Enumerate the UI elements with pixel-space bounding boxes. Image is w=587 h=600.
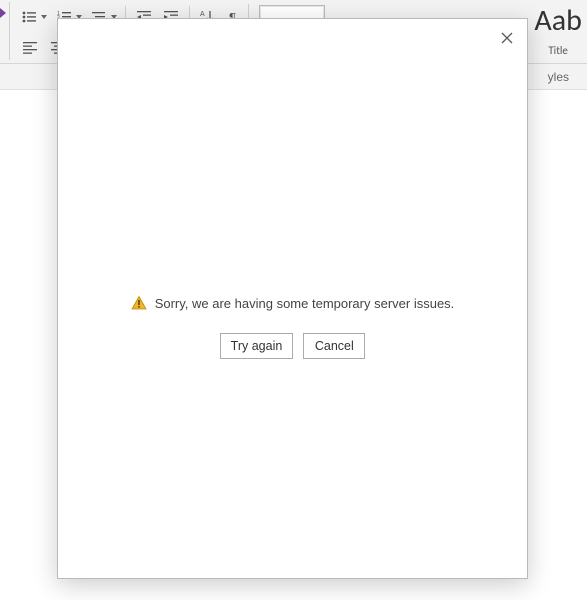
try-again-button[interactable]: Try again [220,333,294,359]
close-icon [501,32,513,44]
ribbon-left-edge [0,2,10,60]
style-item-title[interactable]: Aab Title [530,5,586,59]
cancel-button[interactable]: Cancel [303,333,365,359]
dropdown-caret-icon [41,15,47,19]
warning-icon [131,295,147,311]
bullets-icon [21,9,37,25]
error-message-text: Sorry, we are having some temporary serv… [155,296,455,311]
align-left-button[interactable] [16,35,44,59]
bullets-button[interactable] [16,5,51,29]
svg-text:A: A [200,11,205,18]
server-error-dialog: Sorry, we are having some temporary serv… [57,18,528,579]
align-left-icon [22,39,38,55]
ribbon-collapsed-marker-icon [0,8,6,18]
styles-group-label: yles [548,70,569,84]
close-button[interactable] [493,25,521,51]
style-sample-text: Aab [534,8,582,40]
style-name-label: Title [548,44,568,57]
